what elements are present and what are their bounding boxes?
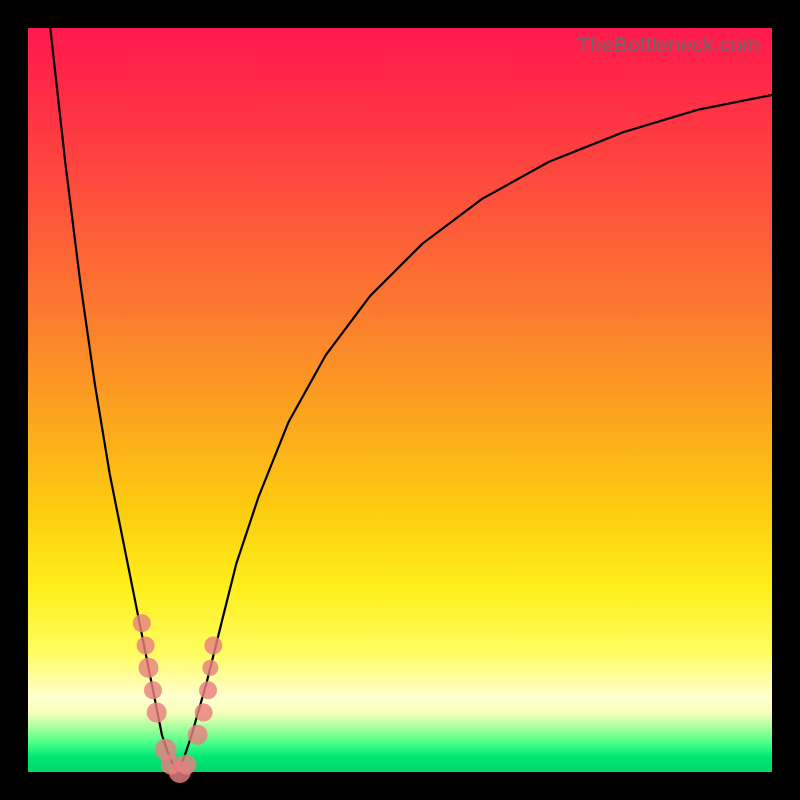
overlay-dot	[202, 660, 218, 676]
bottleneck-curve	[28, 28, 772, 772]
overlay-dot	[177, 755, 197, 775]
overlay-dot	[195, 704, 213, 722]
plot-area: TheBottleneck.com	[28, 28, 772, 772]
overlay-dots-group	[133, 614, 223, 783]
overlay-dot	[137, 637, 155, 655]
overlay-dot	[147, 703, 167, 723]
overlay-dot	[133, 614, 151, 632]
curve-path	[50, 28, 772, 772]
watermark-text: TheBottleneck.com	[577, 34, 760, 58]
overlay-dot	[204, 637, 222, 655]
overlay-dot	[188, 725, 208, 745]
overlay-dot	[139, 658, 159, 678]
chart-frame: TheBottleneck.com	[0, 0, 800, 800]
overlay-dot	[199, 681, 217, 699]
overlay-dot	[144, 681, 162, 699]
